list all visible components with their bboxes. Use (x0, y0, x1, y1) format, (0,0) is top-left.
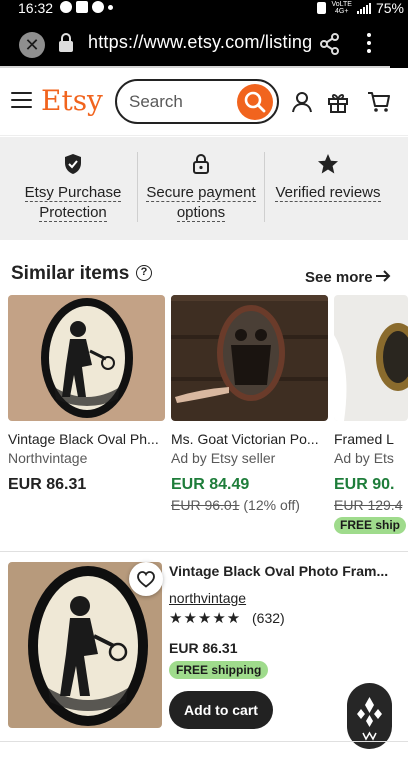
add-to-cart-button[interactable]: Add to cart (169, 691, 273, 729)
account-icon[interactable] (290, 90, 314, 114)
notification-icons (60, 1, 113, 13)
listing-shop-link[interactable]: northvintage (169, 590, 246, 606)
search-bar (115, 79, 279, 124)
cart-icon[interactable] (367, 90, 391, 114)
search-icon (244, 91, 266, 113)
signal-icon (356, 2, 371, 14)
status-time: 16:32 (18, 0, 54, 16)
product-image[interactable] (334, 295, 408, 421)
diamond-logo-icon (357, 697, 382, 741)
arrow-right-icon[interactable] (375, 269, 391, 283)
rating-stars: ★★★★★ (169, 610, 242, 627)
info-icon[interactable]: ? (136, 265, 152, 281)
share-icon[interactable] (320, 33, 340, 55)
trust-secure-payment[interactable]: Secure payment options (142, 137, 260, 240)
trust-label-line1: Secure payment (146, 184, 256, 202)
facebook-icon (92, 1, 104, 13)
item-title[interactable]: Framed L (334, 431, 408, 447)
shield-check-icon (65, 154, 81, 174)
item-sale-price: EUR 90. (334, 476, 395, 493)
more-vertical-icon[interactable] (364, 33, 374, 55)
divider (137, 152, 138, 222)
lock-icon[interactable] (58, 33, 74, 53)
item-discount: (12% off) (239, 497, 300, 513)
item-price: EUR 86.31 (8, 476, 87, 493)
free-shipping-badge: FREE ship (334, 517, 407, 534)
item-title[interactable]: Ms. Goat Victorian Po... (171, 431, 328, 447)
trust-label-line2: options (176, 204, 226, 222)
battery-saver-icon (317, 2, 327, 14)
heart-icon (137, 571, 155, 588)
etsy-logo[interactable]: Etsy (41, 84, 103, 117)
network-indicator: VoLTE 4G+ (331, 1, 352, 15)
item-shop: Ad by Etsy seller (171, 450, 276, 466)
floating-app-button[interactable] (347, 683, 392, 749)
divider (264, 152, 265, 222)
status-bar: 16:32 VoLTE 4G+ 75% (0, 0, 408, 18)
close-icon: ✕ (24, 35, 40, 55)
network-4g-label: 4G+ (335, 8, 349, 15)
trust-banner: Etsy Purchase Protection Secure payment … (0, 137, 408, 240)
star-icon (318, 154, 338, 174)
system-icons: VoLTE 4G+ 75% (317, 0, 404, 16)
trust-purchase-protection[interactable]: Etsy Purchase Protection (14, 137, 132, 240)
divider (0, 741, 408, 742)
item-shop: Ad by Ets (334, 450, 394, 466)
item-original-price: EUR 129.4 (334, 497, 403, 513)
search-input[interactable] (129, 91, 229, 113)
trust-label-line2: Protection (39, 204, 107, 222)
product-image[interactable] (8, 295, 165, 421)
close-tab-button[interactable]: ✕ (19, 32, 45, 58)
menu-icon[interactable] (11, 92, 32, 109)
whatsapp-icon (60, 1, 72, 13)
url-field[interactable]: https://www.etsy.com/listing (88, 32, 312, 53)
trust-label-line1: Verified reviews (275, 184, 381, 202)
site-header: Etsy (0, 68, 408, 136)
battery-level: 75% (375, 0, 404, 16)
gallery-icon (76, 1, 88, 13)
listing-title[interactable]: Vintage Black Oval Photo Fram... (169, 563, 394, 579)
lock-icon (193, 154, 209, 174)
gift-icon[interactable] (326, 90, 350, 114)
free-shipping-badge: FREE shipping (169, 661, 269, 679)
favorite-button[interactable] (129, 562, 163, 596)
listing-price: EUR 86.31 (169, 640, 238, 656)
trust-label-line1: Etsy Purchase (24, 184, 122, 202)
more-notifications-icon (108, 5, 113, 10)
divider (0, 551, 408, 552)
item-sale-price: EUR 84.49 (171, 476, 250, 493)
see-more-link[interactable]: See more (305, 269, 373, 286)
item-shop: Northvintage (8, 450, 88, 466)
similar-items-heading: Similar items (11, 263, 130, 284)
review-count[interactable]: (632) (252, 610, 285, 626)
item-original-price: EUR 96.01 (171, 497, 240, 513)
browser-toolbar: ✕ https://www.etsy.com/listing (0, 18, 408, 68)
network-volte-label: VoLTE (331, 1, 352, 8)
search-button[interactable] (237, 84, 273, 120)
product-image[interactable] (171, 295, 328, 421)
item-title[interactable]: Vintage Black Oval Ph... (8, 431, 165, 447)
trust-verified-reviews[interactable]: Verified reviews (269, 137, 387, 240)
